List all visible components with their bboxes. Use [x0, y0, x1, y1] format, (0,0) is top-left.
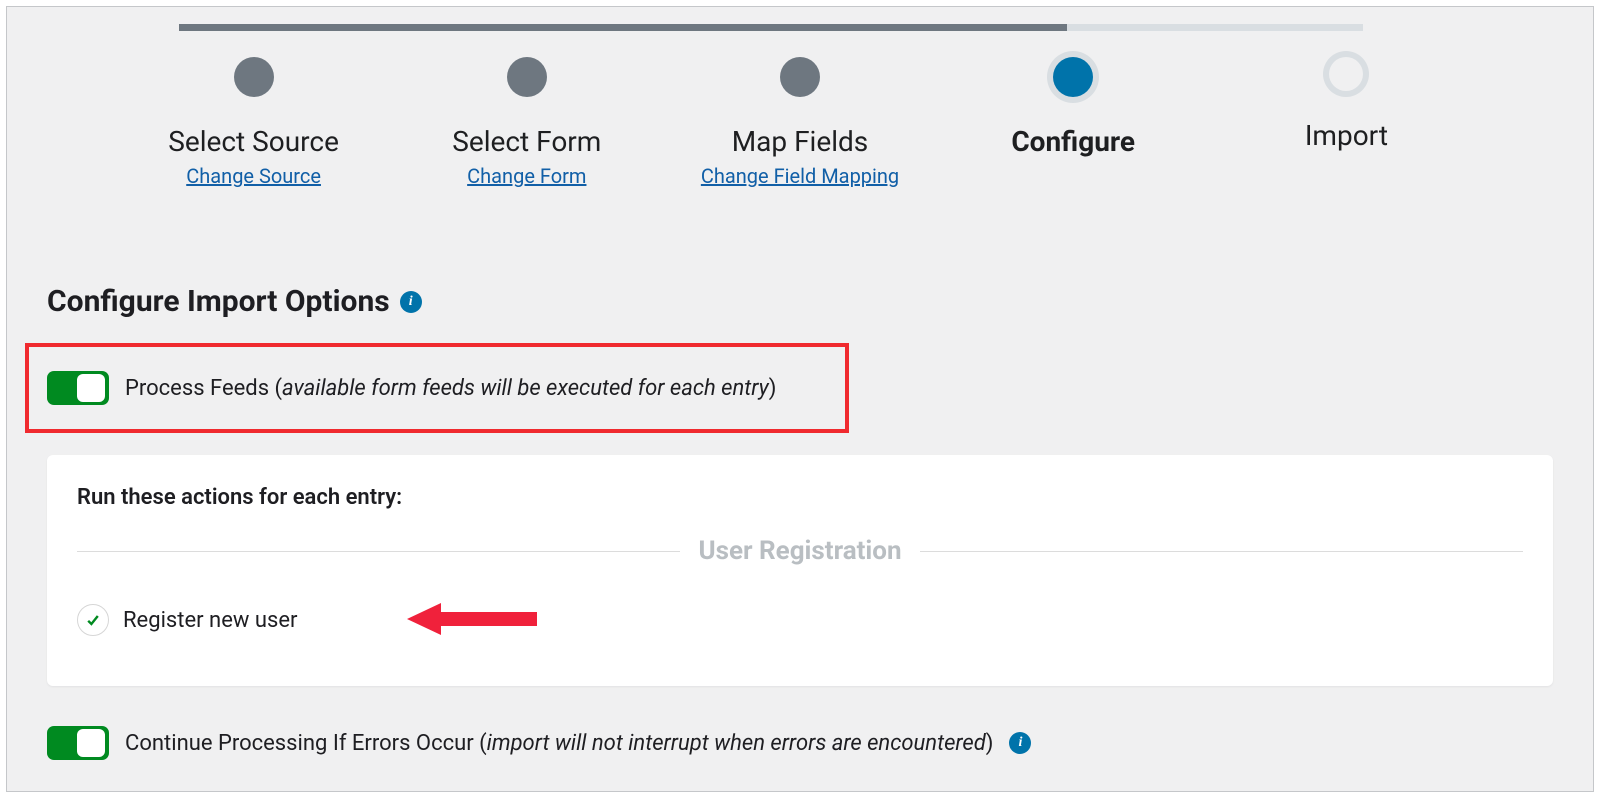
step-import: Import [1210, 57, 1483, 152]
step-select-form: Select Form Change Form [390, 57, 663, 188]
toggle-label-text: Process Feeds [125, 376, 275, 401]
step-map-fields: Map Fields Change Field Mapping [663, 57, 936, 188]
step-dot-icon [234, 57, 274, 97]
paren-open: ( [479, 731, 487, 756]
step-dot-icon [507, 57, 547, 97]
info-icon[interactable]: i [1009, 732, 1031, 754]
toggle-knob-icon [77, 729, 105, 757]
process-feeds-toggle[interactable] [47, 371, 109, 405]
step-connector [771, 24, 1067, 31]
continue-errors-toggle[interactable] [47, 726, 109, 760]
divider-line-icon [920, 551, 1523, 552]
paren-close: ) [769, 376, 777, 401]
divider-line-icon [77, 551, 680, 552]
step-select-source: Select Source Change Source [117, 57, 390, 188]
step-label: Select Source [168, 125, 339, 158]
step-connector [475, 24, 771, 31]
section-title: Configure Import Options [47, 284, 390, 319]
divider-label: User Registration [680, 536, 919, 566]
step-dot-icon [1329, 57, 1363, 91]
continue-errors-row: Continue Processing If Errors Occur (imp… [47, 726, 1553, 760]
change-source-link[interactable]: Change Source [186, 164, 321, 188]
step-configure: Configure [937, 57, 1210, 158]
step-connector [1067, 24, 1363, 31]
wizard-stepper: Select Source Change Source Select Form … [7, 7, 1593, 188]
step-label: Import [1305, 119, 1388, 152]
step-label: Map Fields [732, 125, 869, 158]
step-dot-icon [1053, 57, 1093, 97]
check-icon [85, 612, 101, 628]
action-register-new-user: Register new user [77, 604, 1523, 636]
toggle-label-sub: import will not interrupt when errors ar… [487, 731, 986, 756]
paren-open: ( [275, 376, 283, 401]
toggle-label-sub: available form feeds will be executed fo… [282, 376, 769, 401]
import-configure-panel: Select Source Change Source Select Form … [6, 6, 1594, 792]
process-feeds-label: Process Feeds (available form feeds will… [125, 376, 776, 401]
change-form-link[interactable]: Change Form [467, 164, 586, 188]
step-label: Select Form [452, 125, 601, 158]
action-label: Register new user [123, 608, 297, 633]
step-dot-icon [780, 57, 820, 97]
toggle-knob-icon [77, 374, 105, 402]
change-field-mapping-link[interactable]: Change Field Mapping [701, 164, 899, 188]
step-connector [179, 24, 475, 31]
continue-errors-label: Continue Processing If Errors Occur (imp… [125, 731, 993, 756]
feed-section-divider: User Registration [77, 536, 1523, 566]
process-feeds-highlight: Process Feeds (available form feeds will… [25, 343, 849, 433]
toggle-label-text: Continue Processing If Errors Occur [125, 731, 479, 756]
action-check-toggle[interactable] [77, 604, 109, 636]
section-heading: Configure Import Options i [7, 188, 1593, 319]
actions-card-title: Run these actions for each entry: [77, 485, 1523, 510]
annotation-arrow-icon [407, 599, 537, 639]
actions-card: Run these actions for each entry: User R… [47, 455, 1553, 686]
paren-close: ) [986, 731, 994, 756]
info-icon[interactable]: i [400, 291, 422, 313]
step-label: Configure [1011, 125, 1135, 158]
